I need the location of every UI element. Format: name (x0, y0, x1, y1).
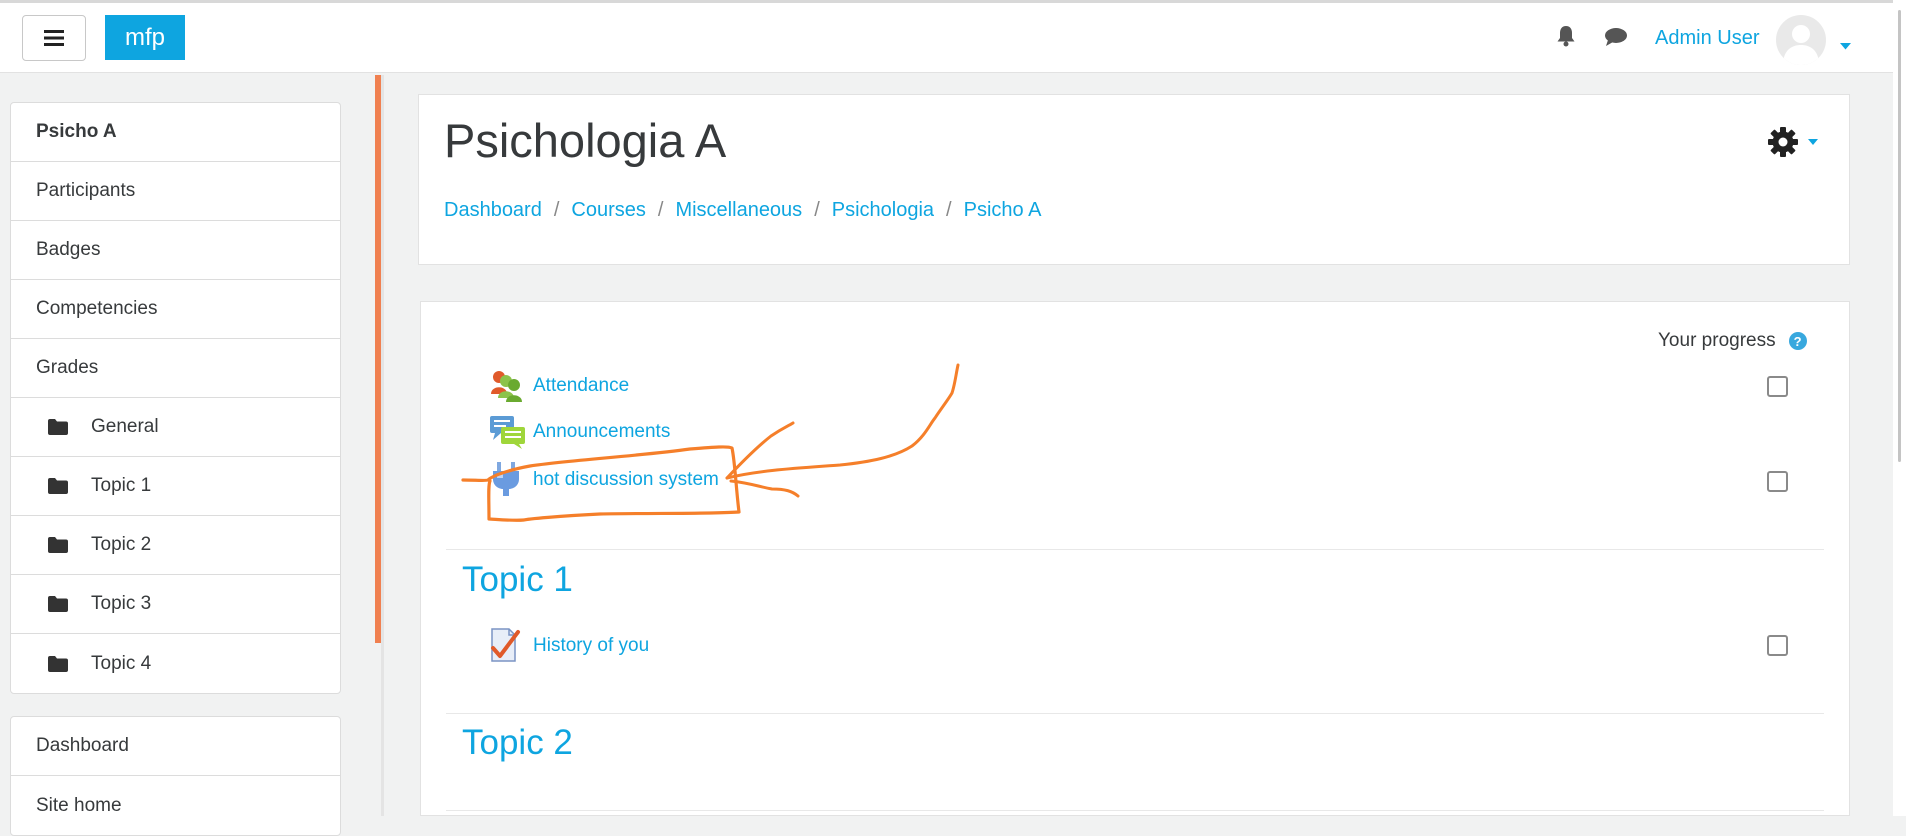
nav-item-section-general[interactable]: General (11, 398, 340, 457)
attendance-icon (489, 368, 527, 404)
nav-item-dashboard[interactable]: Dashboard (11, 717, 340, 776)
your-progress-header: Your progress ? (1658, 330, 1807, 352)
page-title: Psichologia A (444, 114, 727, 167)
folder-icon (48, 655, 68, 672)
folder-icon (48, 419, 68, 435)
chevron-down-icon (1808, 139, 1818, 145)
nav-item-label: Topic 1 (91, 475, 152, 496)
notifications-bell-icon[interactable] (1556, 25, 1576, 52)
forum-icon (489, 414, 527, 450)
section-title-label: Topic 2 (462, 723, 573, 762)
drawer-toggle-button[interactable] (22, 15, 86, 61)
nav-item-label: Grades (36, 357, 99, 378)
plugin-icon (489, 462, 527, 498)
site-nav-card: Dashboard Site home (10, 716, 341, 836)
nav-item-label: Badges (36, 239, 101, 260)
completion-checkbox-attendance[interactable] (1767, 376, 1788, 397)
breadcrumb-separator: / (553, 199, 560, 221)
nav-item-label: Topic 3 (91, 593, 152, 614)
breadcrumb-courses[interactable]: Courses (571, 199, 645, 222)
nav-item-label: Psicho A (36, 121, 117, 142)
user-menu-caret-icon[interactable] (1840, 37, 1851, 55)
section-divider (446, 713, 1824, 714)
nav-item-competencies[interactable]: Competencies (11, 280, 340, 339)
page-header-card: Psichologia A Dashboard / Courses / Misc… (418, 94, 1850, 265)
nav-item-section-topic-1[interactable]: Topic 1 (11, 457, 340, 516)
gear-icon (1768, 127, 1798, 157)
nav-item-label: Participants (36, 180, 136, 201)
nav-item-section-topic-4[interactable]: Topic 4 (11, 634, 340, 693)
help-icon[interactable]: ? (1788, 332, 1807, 350)
nav-item-section-topic-3[interactable]: Topic 3 (11, 575, 340, 634)
breadcrumb-category[interactable]: Psichologia (832, 199, 934, 222)
activity-attendance: Attendance (489, 368, 629, 404)
breadcrumb-separator: / (946, 199, 952, 221)
activity-announcements: Announcements (489, 414, 670, 450)
nav-item-label: Site home (36, 794, 122, 816)
section-divider (446, 810, 1824, 811)
breadcrumb-separator: / (657, 199, 664, 221)
breadcrumb-course[interactable]: Psicho A (964, 199, 1042, 222)
nav-item-label: Topic 2 (91, 534, 152, 555)
completion-checkbox-hot-discussion-system[interactable] (1767, 471, 1788, 492)
activity-link[interactable]: History of you (533, 635, 649, 657)
progress-label: Your progress (1658, 330, 1776, 351)
section-title-topic-2[interactable]: Topic 2 (462, 723, 573, 763)
site-brand-link[interactable]: mfp (105, 15, 185, 60)
course-nav-card: Psicho A Participants Badges Competencie… (10, 102, 341, 694)
nav-item-site-home[interactable]: Site home (11, 776, 340, 835)
completion-checkbox-history-of-you[interactable] (1767, 635, 1788, 656)
activity-link[interactable]: Attendance (533, 375, 629, 397)
nav-item-participants[interactable]: Participants (11, 162, 340, 221)
nav-item-label: Dashboard (36, 735, 129, 756)
nav-item-section-topic-2[interactable]: Topic 2 (11, 516, 340, 575)
activity-hot-discussion-system: hot discussion system (489, 462, 719, 498)
avatar[interactable] (1776, 15, 1826, 65)
activity-history-of-you: History of you (489, 628, 649, 664)
nav-item-label: Topic 4 (91, 652, 152, 674)
course-settings-menu-button[interactable] (1768, 127, 1818, 157)
nav-item-grades[interactable]: Grades (11, 339, 340, 398)
messages-chat-icon[interactable] (1604, 27, 1628, 52)
section-title-label: Topic 1 (462, 560, 573, 599)
section-title-topic-1[interactable]: Topic 1 (462, 560, 573, 600)
nav-item-label: Competencies (36, 298, 158, 319)
breadcrumb-miscellaneous[interactable]: Miscellaneous (675, 199, 802, 222)
nav-item-badges[interactable]: Badges (11, 221, 340, 280)
page-scrollbar-thumb[interactable] (1898, 10, 1901, 462)
user-menu-name[interactable]: Admin User (1655, 27, 1759, 50)
breadcrumb: Dashboard / Courses / Miscellaneous / Ps… (444, 199, 1041, 222)
activity-link[interactable]: hot discussion system (533, 469, 719, 491)
activity-link[interactable]: Announcements (533, 421, 670, 443)
folder-icon (48, 596, 68, 612)
folder-icon (48, 478, 68, 494)
nav-item-course-home[interactable]: Psicho A (11, 103, 340, 162)
assignment-icon (489, 628, 527, 664)
drawer-divider (381, 75, 384, 816)
nav-item-label: General (91, 416, 159, 437)
course-content: Your progress ? Attendance Announcements… (420, 301, 1850, 816)
folder-icon (48, 537, 68, 553)
breadcrumb-dashboard[interactable]: Dashboard (444, 199, 542, 222)
hamburger-icon (44, 30, 64, 46)
section-divider (446, 549, 1824, 550)
top-navbar: mfp Admin User (0, 0, 1906, 73)
breadcrumb-separator: / (814, 199, 820, 221)
